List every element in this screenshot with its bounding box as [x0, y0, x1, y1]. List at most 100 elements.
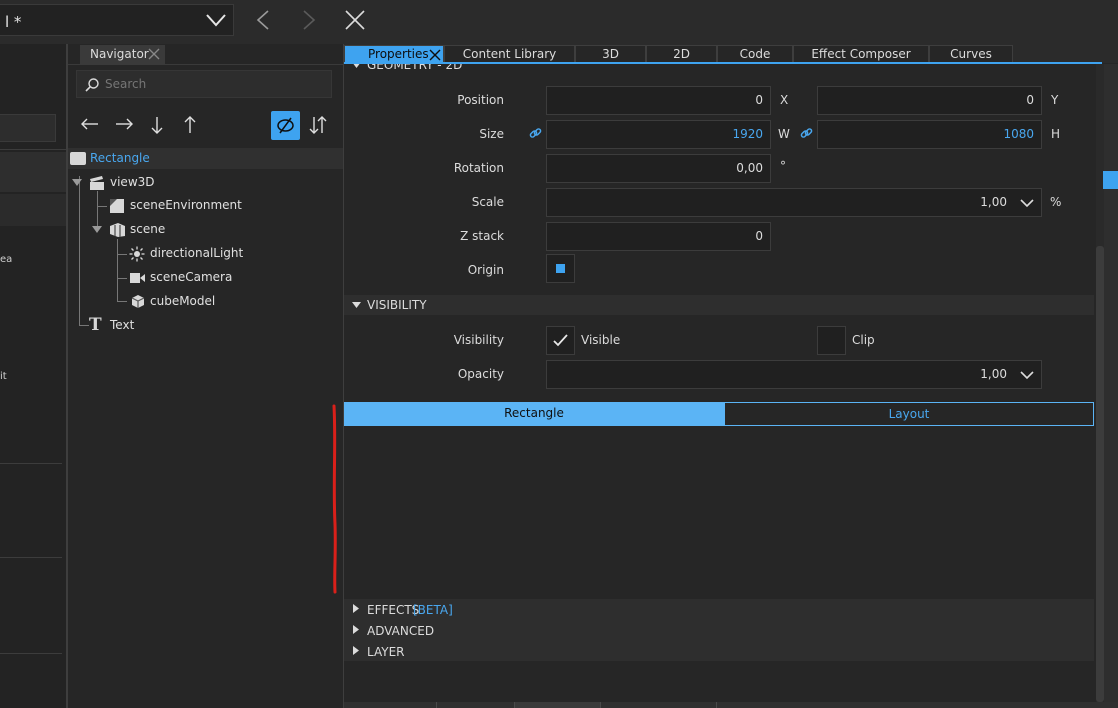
geometry-section-header[interactable]: GEOMETRY - 2D: [344, 64, 1094, 72]
right-dock-indicator[interactable]: [1103, 171, 1118, 189]
scale-dropdown[interactable]: 1,00: [546, 188, 1042, 217]
section-title: GEOMETRY - 2D: [367, 64, 463, 72]
search-input[interactable]: [105, 74, 305, 94]
close-document-icon[interactable]: [343, 8, 367, 32]
filter-hidden-toggle[interactable]: [271, 111, 300, 140]
bottom-tab[interactable]: [344, 702, 437, 708]
origin-point: [556, 264, 565, 273]
rectangle-icon: [70, 152, 86, 165]
move-up-arrow-icon[interactable]: [182, 115, 198, 135]
left-panel-divider: [0, 653, 62, 654]
expand-arrow-icon: [353, 646, 359, 655]
tab-2d[interactable]: 2D: [646, 45, 717, 63]
visibility-section-header[interactable]: VISIBILITY: [344, 295, 1094, 315]
left-panel: ea it: [0, 44, 66, 708]
effects-section-header[interactable]: EFFECTS [BETA]: [344, 599, 1094, 619]
search-icon: [85, 78, 99, 92]
section-title: ADVANCED: [367, 624, 435, 638]
left-panel-field[interactable]: [0, 114, 56, 142]
advanced-section-header[interactable]: ADVANCED: [344, 620, 1094, 640]
properties-panel: Properties Content Library 3D 2D Code Ef…: [344, 44, 1118, 708]
link-icon[interactable]: [529, 127, 542, 140]
subtab-rectangle[interactable]: Rectangle: [344, 402, 724, 426]
tab-effect-composer[interactable]: Effect Composer: [793, 45, 929, 63]
size-label: Size: [479, 127, 504, 141]
link-icon[interactable]: [800, 127, 813, 140]
tree-item-cube-model[interactable]: cubeModel: [68, 291, 343, 313]
zstack-field[interactable]: 0: [546, 222, 771, 251]
document-selector[interactable]: l *: [0, 4, 234, 36]
move-left-arrow-icon[interactable]: [80, 116, 100, 132]
document-title: l *: [5, 13, 22, 31]
rotation-field[interactable]: 0,00: [546, 154, 771, 183]
tab-label: Navigator: [90, 47, 149, 61]
tree-item-scene-environment[interactable]: sceneEnvironment: [68, 195, 343, 217]
layer-section-header[interactable]: LAYER: [344, 641, 1094, 661]
tab-3d[interactable]: 3D: [575, 45, 646, 63]
tree-item-view3d[interactable]: view3D: [68, 172, 343, 194]
chevron-down-icon: [1020, 199, 1034, 208]
scale-suffix: %: [1050, 195, 1062, 209]
search-box[interactable]: [76, 70, 332, 98]
tab-navigator[interactable]: Navigator: [80, 45, 165, 64]
left-panel-divider: [0, 463, 62, 464]
tree-item-text[interactable]: T Text: [68, 315, 343, 337]
chevron-down-icon: [1020, 371, 1034, 380]
sort-arrows-icon[interactable]: [309, 115, 327, 135]
tab-code[interactable]: Code: [717, 45, 793, 63]
bottom-tab[interactable]: [515, 702, 601, 708]
size-w-suffix: W: [778, 127, 790, 141]
size-width-field[interactable]: 1920: [546, 120, 771, 149]
bottom-tab[interactable]: [437, 702, 515, 708]
section-title: LAYER: [367, 645, 405, 659]
left-panel-band: [0, 194, 66, 226]
back-arrow-icon[interactable]: [254, 9, 272, 31]
section-title: EFFECTS: [367, 603, 420, 617]
properties-scrollbar[interactable]: [1096, 64, 1104, 704]
scale-label: Scale: [471, 195, 504, 209]
left-panel-divider: [0, 149, 66, 150]
tree-item-scene-camera[interactable]: sceneCamera: [68, 267, 343, 289]
expand-arrow-icon[interactable]: [72, 179, 82, 187]
red-annotation-mark: [332, 404, 337, 594]
move-right-arrow-icon[interactable]: [114, 116, 134, 132]
scene-environment-icon: [110, 199, 124, 213]
bottom-tab[interactable]: [601, 702, 717, 708]
position-label: Position: [457, 93, 504, 107]
collapsed-sections: EFFECTS [BETA] ADVANCED LAYER: [344, 599, 1094, 661]
close-icon[interactable]: [429, 49, 441, 61]
expand-arrow-icon: [353, 625, 359, 634]
forward-arrow-icon[interactable]: [300, 9, 318, 31]
tab-curves[interactable]: Curves: [929, 45, 1013, 63]
origin-picker[interactable]: [546, 254, 575, 283]
left-panel-text-fragment: ea: [0, 254, 13, 265]
size-height-field[interactable]: 1080: [817, 120, 1042, 149]
tab-properties[interactable]: Properties: [344, 45, 444, 63]
camera-icon: [130, 273, 145, 283]
clip-label: Clip: [852, 333, 875, 347]
close-icon[interactable]: [148, 48, 160, 60]
opacity-dropdown[interactable]: 1,00: [546, 360, 1042, 389]
tree-item-scene[interactable]: scene: [68, 219, 343, 241]
opacity-label: Opacity: [457, 367, 504, 381]
tree-item-label: Text: [110, 318, 135, 332]
position-y-field[interactable]: 0: [817, 86, 1042, 115]
tree-item-label: view3D: [110, 175, 155, 189]
bottom-tab-bar: [344, 702, 1118, 708]
collapse-arrow-icon: [353, 64, 360, 68]
position-x-field[interactable]: 0: [546, 86, 771, 115]
expand-arrow-icon[interactable]: [92, 226, 102, 234]
move-down-arrow-icon[interactable]: [149, 115, 165, 135]
tree-item-label: directionalLight: [150, 246, 244, 260]
clip-checkbox[interactable]: [817, 326, 846, 355]
subtab-layout[interactable]: Layout: [724, 402, 1094, 426]
text-icon: T: [89, 315, 102, 335]
tree-item-rectangle[interactable]: Rectangle: [68, 148, 343, 170]
scrollbar-thumb[interactable]: [1096, 246, 1104, 702]
tree-item-directional-light[interactable]: directionalLight: [68, 243, 343, 265]
origin-label: Origin: [467, 263, 504, 277]
section-title: VISIBILITY: [367, 298, 427, 312]
visible-checkbox[interactable]: [546, 326, 575, 355]
size-h-suffix: H: [1051, 127, 1061, 141]
tab-content-library[interactable]: Content Library: [444, 45, 575, 63]
